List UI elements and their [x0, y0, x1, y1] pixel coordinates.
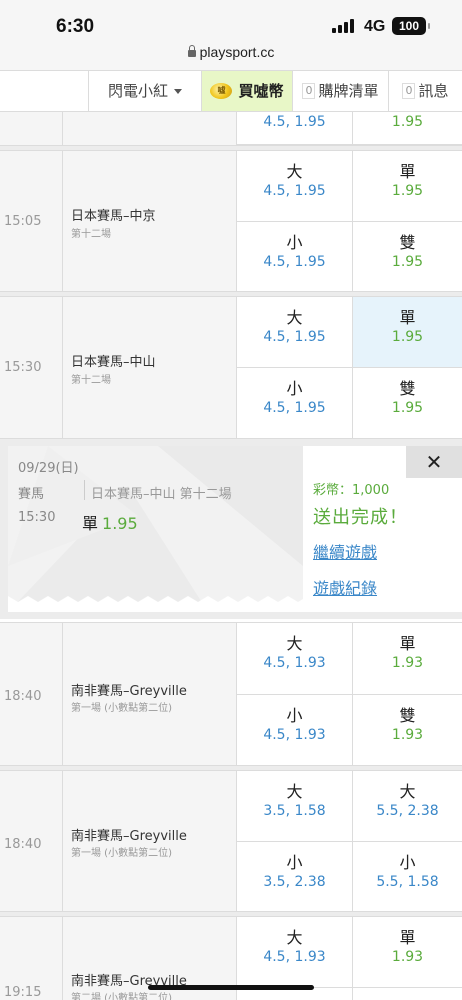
lock-icon: [187, 45, 196, 57]
bet-cell-small-b[interactable]: 小 5.5, 1.58: [353, 842, 462, 911]
status-bar: 6:30 4G 100: [0, 0, 462, 44]
race-sub: 第十二場: [71, 229, 111, 240]
race-info[interactable]: 南非賽馬–Greyville 第一場 (小數點第二位): [63, 623, 237, 765]
race-sub: 第一場 (小數點第二位): [71, 848, 172, 859]
race-time: 15:30: [4, 360, 42, 375]
race-sub: 第二場 (小數點第二位): [71, 993, 172, 1000]
race-name: 南非賽馬–Greyville: [71, 684, 187, 699]
caret-down-icon: [174, 89, 182, 94]
race-block-partial: 4.5, 1.95 1.95: [0, 112, 462, 146]
bet-confirmation-popup: 09/29(日) 賽馬 日本賽馬–中山 第十二場 15:30 單 1.95 彩幣：…: [8, 446, 462, 612]
top-nav: 閃電小紅 噓買噓幣 0 購牌清單 0 訊息: [0, 70, 462, 112]
url-bar[interactable]: playsport.cc: [0, 44, 462, 70]
coin-icon: 噓: [210, 82, 233, 99]
bet-cell-small[interactable]: 小 4.5, 1.95: [237, 222, 353, 291]
race-sub: 第一場 (小數點第二位): [71, 703, 172, 714]
close-icon[interactable]: ✕: [406, 446, 462, 478]
divider: [84, 480, 85, 500]
bet-cell-small[interactable]: 小 4.5, 1.93: [237, 695, 353, 765]
buy-coins-button[interactable]: 噓買噓幣: [201, 71, 292, 111]
bet-date: 09/29(日): [18, 461, 79, 476]
bet-time: 15:30: [18, 510, 56, 525]
signal-icon: [332, 19, 354, 33]
bet-cell-even[interactable]: 雙 1.95: [353, 222, 462, 291]
bet-cell-big-b[interactable]: 大 5.5, 2.38: [353, 771, 462, 842]
race-block: 15:05 日本賽馬–中京 第十二場 大 4.5, 1.95 單 1.95 小 4.5…: [0, 150, 462, 292]
bet-pick: 單 1.95: [82, 514, 138, 533]
race-time: 18:40: [4, 689, 42, 704]
race-name: 南非賽馬–Greyville: [71, 829, 187, 844]
submit-success: 送出完成！: [313, 507, 408, 528]
race-block: 15:30 日本賽馬–中山 第十二場 大 4.5, 1.95 單 1.95 小 4.5…: [0, 296, 462, 439]
cart-link[interactable]: 0 購牌清單: [292, 71, 388, 111]
network-label: 4G: [364, 18, 386, 35]
bet-race: 日本賽馬–中山 第十二場: [91, 487, 232, 502]
race-time: 18:40: [4, 837, 42, 852]
bet-cell[interactable]: 4.5, 1.95: [237, 112, 353, 145]
game-history-link[interactable]: 遊戲紀錄: [313, 575, 377, 599]
bet-cell-even[interactable]: 雙 1.95: [353, 368, 462, 438]
cart-label: 購牌清單: [318, 82, 379, 100]
coin-balance: 彩幣：1,000: [313, 483, 390, 498]
user-name: 閃電小紅: [107, 82, 168, 100]
bet-cell-odd[interactable]: 單 1.93: [353, 623, 462, 695]
bet-cell-small[interactable]: 小 4.5, 1.95: [237, 368, 353, 438]
url-text: playsport.cc: [199, 44, 275, 60]
bet-cell-odd-selected[interactable]: 單 1.95: [353, 297, 462, 368]
messages-link[interactable]: 0 訊息: [388, 71, 462, 111]
bet-cell-odd[interactable]: 單 1.95: [353, 151, 462, 222]
race-info[interactable]: 南非賽馬–Greyville 第一場 (小數點第二位): [63, 771, 237, 911]
race-info[interactable]: 日本賽馬–中京 第十二場: [63, 151, 237, 291]
race-info[interactable]: 日本賽馬–中山 第十二場: [63, 297, 237, 438]
continue-game-link[interactable]: 繼續遊戲: [313, 539, 377, 563]
race-block: 18:40 南非賽馬–Greyville 第一場 (小數點第二位) 大 4.5, …: [0, 622, 462, 766]
bet-cell-big-a[interactable]: 大 3.5, 1.58: [237, 771, 353, 842]
battery-icon: 100: [392, 17, 430, 35]
race-block: 18:40 南非賽馬–Greyville 第一場 (小數點第二位) 大 3.5, …: [0, 770, 462, 912]
race-sub: 第十二場: [71, 375, 111, 386]
bet-kind: 賽馬: [18, 487, 45, 502]
msg-label: 訊息: [418, 82, 449, 100]
user-menu[interactable]: 閃電小紅: [88, 71, 201, 111]
bet-cell[interactable]: 1.95: [353, 112, 462, 145]
buy-label: 買噓幣: [238, 82, 284, 100]
bet-cell-big[interactable]: 大 4.5, 1.95: [237, 151, 353, 222]
bet-cell-big[interactable]: 大 4.5, 1.93: [237, 623, 353, 695]
clock: 6:30: [56, 16, 95, 37]
bet-cell-odd[interactable]: 單 1.93: [353, 917, 462, 988]
bet-cell-even[interactable]: [353, 988, 462, 1000]
msg-count-badge: 0: [402, 82, 416, 99]
race-name: 日本賽馬–中山: [71, 355, 156, 370]
bet-cell-big[interactable]: 大 4.5, 1.93: [237, 917, 353, 988]
bet-cell-small-a[interactable]: 小 3.5, 2.38: [237, 842, 353, 911]
race-time: 15:05: [4, 214, 42, 229]
bet-pick-odds: 1.95: [102, 514, 138, 533]
home-indicator[interactable]: [148, 985, 314, 990]
race-name: 日本賽馬–中京: [71, 209, 156, 224]
bet-cell-big[interactable]: 大 4.5, 1.95: [237, 297, 353, 368]
bet-cell-even[interactable]: 雙 1.93: [353, 695, 462, 765]
race-time: 19:15: [4, 985, 42, 1000]
cart-count-badge: 0: [302, 82, 316, 99]
